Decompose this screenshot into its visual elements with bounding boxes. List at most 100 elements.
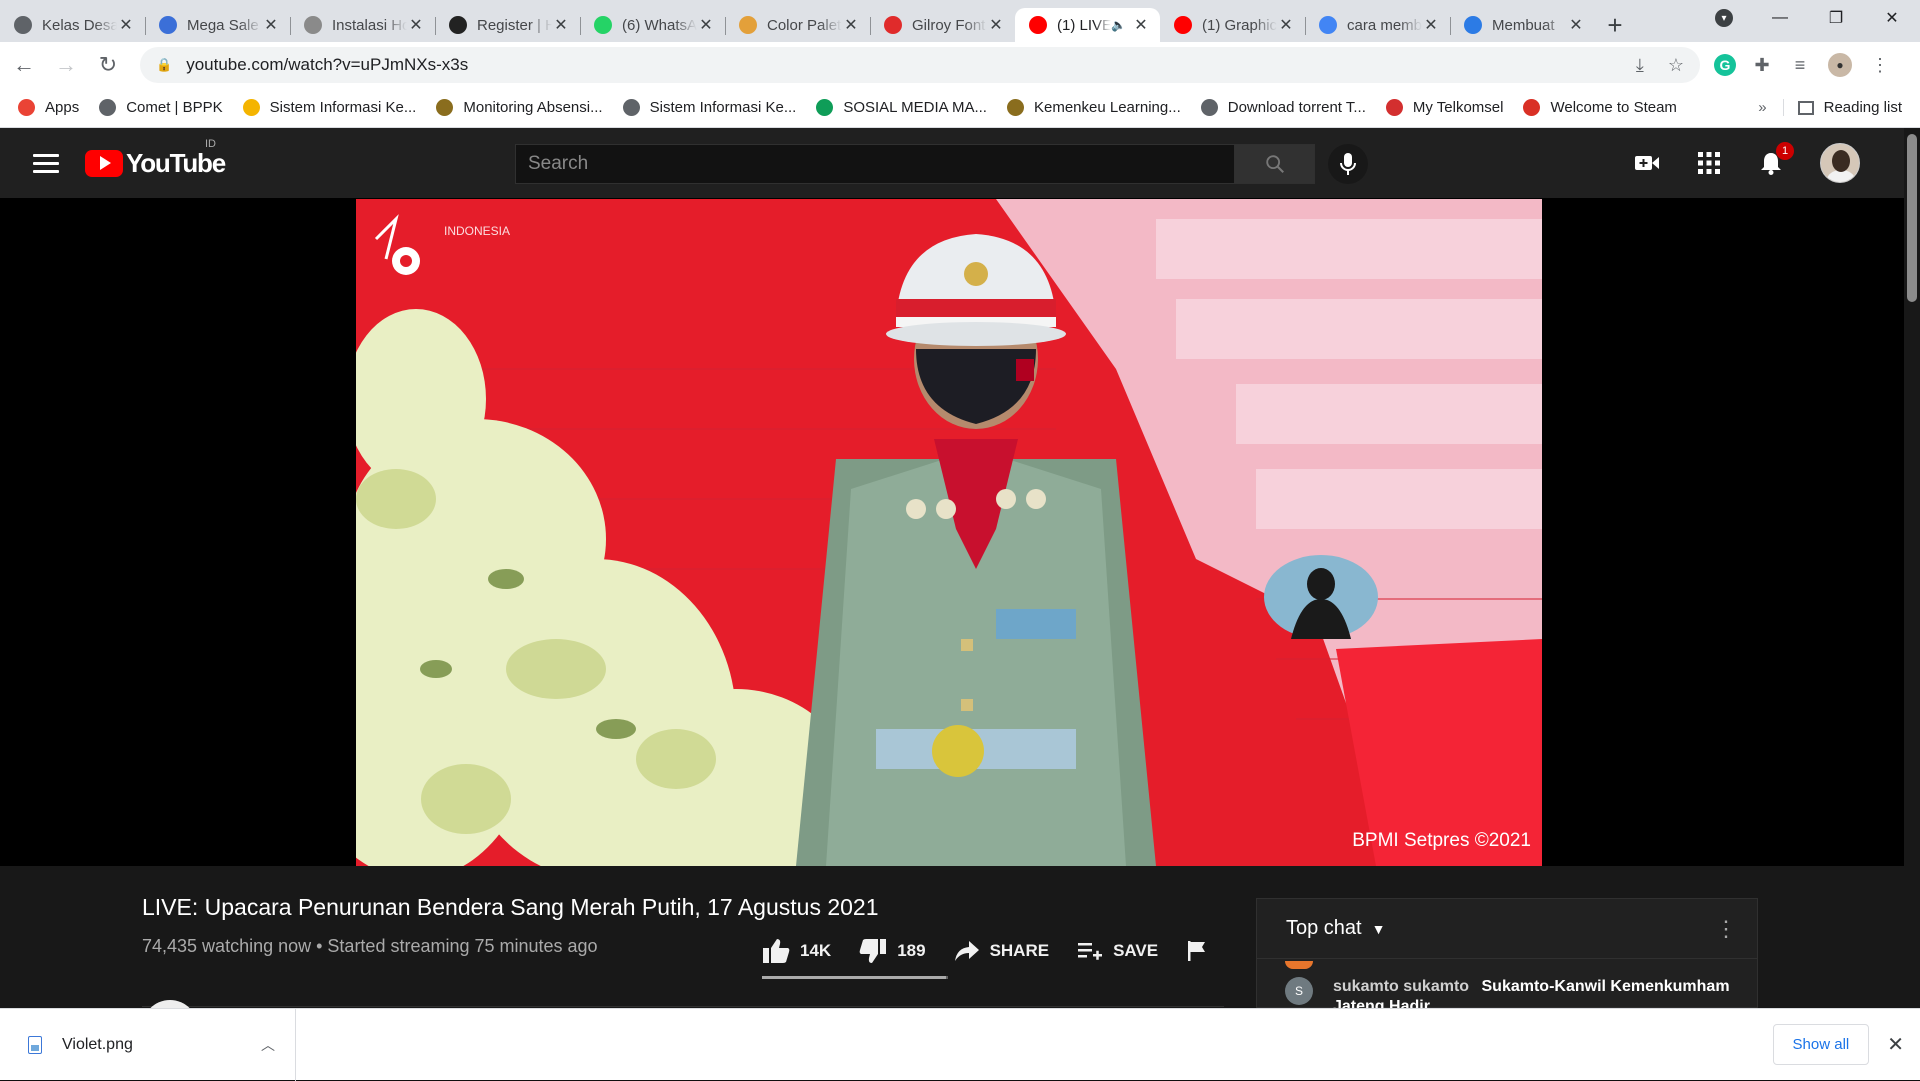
grammarly-extension-icon[interactable]: G: [1714, 54, 1736, 76]
dislike-button[interactable]: 189: [859, 938, 926, 964]
tab-search-button[interactable]: ▾: [1696, 0, 1752, 36]
like-ratio-bar: [762, 976, 948, 979]
report-button[interactable]: [1186, 940, 1218, 962]
emblem-icon: [1006, 99, 1024, 116]
reload-button[interactable]: ↻: [90, 47, 126, 83]
close-tab-icon[interactable]: ✕: [1422, 15, 1440, 35]
close-tab-icon[interactable]: ✕: [262, 15, 280, 35]
bookmark-item[interactable]: Kemenkeu Learning...: [1006, 99, 1181, 116]
address-bar[interactable]: 🔒 youtube.com/watch?v=uPJmNXs-x3s ⤓ ☆: [140, 47, 1700, 83]
notifications-button[interactable]: 1: [1758, 142, 1794, 176]
account-avatar[interactable]: [1820, 143, 1860, 183]
close-tab-icon[interactable]: ✕: [407, 15, 425, 35]
bookmarks-overflow-button[interactable]: »: [1758, 99, 1766, 116]
apps-button[interactable]: [1696, 150, 1722, 176]
extensions-puzzle-icon[interactable]: ✚: [1750, 53, 1774, 77]
close-icon[interactable]: ✕: [1887, 1032, 1904, 1057]
speaker-icon[interactable]: 🔈: [1111, 18, 1126, 32]
browser-tab-strip: Kelas Desain✕Mega Sale✕Instalasi Hotspot…: [0, 0, 1920, 42]
install-icon[interactable]: ⤓: [1636, 55, 1644, 76]
browser-tab[interactable]: Mega Sale ✕: [145, 8, 290, 42]
media-control-icon[interactable]: ≡: [1788, 53, 1812, 77]
close-tab-icon[interactable]: ✕: [842, 15, 860, 35]
reading-list-button[interactable]: Reading list: [1782, 99, 1902, 116]
share-label: SHARE: [989, 941, 1050, 960]
chevron-up-icon[interactable]: ︿: [261, 1035, 275, 1055]
bookmarks-bar: Apps Comet | BPPK Sistem Informasi Ke... Mo…: [0, 88, 1920, 128]
video-watermark: BPMI Setpres ©2021: [1352, 830, 1531, 851]
new-tab-button[interactable]: +: [1595, 8, 1635, 42]
restore-button[interactable]: ❐: [1808, 0, 1864, 36]
like-button[interactable]: 14K: [762, 938, 831, 964]
video-camera-icon: [1635, 156, 1659, 170]
url-text[interactable]: youtube.com/watch?v=uPJmNXs-x3s: [186, 55, 1612, 75]
search-box: [515, 144, 1315, 184]
bookmark-item[interactable]: My Telkomsel: [1385, 99, 1503, 116]
browser-tab[interactable]: Color Palette✕: [725, 8, 870, 42]
bookmark-star-icon[interactable]: ☆: [1668, 55, 1684, 76]
forward-button[interactable]: →: [48, 47, 84, 83]
profile-avatar[interactable]: ●: [1826, 51, 1854, 79]
browser-tab[interactable]: Membuat ✕: [1450, 8, 1595, 42]
bookmark-item[interactable]: Welcome to Steam: [1523, 99, 1677, 116]
cup-icon: [739, 16, 757, 34]
dislike-count: 189: [897, 941, 926, 960]
browser-tab[interactable]: (1) Graphic ✕: [1160, 8, 1305, 42]
chevron-down-icon[interactable]: ▼: [1372, 921, 1386, 937]
bookmark-item[interactable]: Sistem Informasi Ke...: [622, 99, 796, 116]
bookmark-item[interactable]: Sistem Informasi Ke...: [242, 99, 416, 116]
hamburger-menu-icon[interactable]: [33, 153, 59, 173]
close-tab-icon[interactable]: ✕: [1277, 15, 1295, 35]
search-icon: [1265, 155, 1284, 173]
youtube-icon: [1029, 16, 1047, 34]
video-player[interactable]: INDONESIA BPMI Setpres ©2021: [356, 199, 1542, 866]
bookmark-item[interactable]: SOSIAL MEDIA MA...: [816, 99, 987, 116]
tab-title: (1) LIVE: [1057, 16, 1112, 34]
browser-tab[interactable]: Instalasi Hotspot✕: [290, 8, 435, 42]
close-tab-icon[interactable]: ✕: [552, 15, 570, 35]
browser-tab[interactable]: cara membuat✕: [1305, 8, 1450, 42]
globe-icon: [622, 99, 640, 116]
search-input[interactable]: [515, 144, 1235, 184]
chat-mode-label[interactable]: Top chat: [1286, 917, 1362, 940]
bookmark-item[interactable]: Comet | BPPK: [99, 99, 223, 116]
bookmark-item[interactable]: Download torrent T...: [1200, 99, 1366, 116]
minimize-button[interactable]: —: [1752, 0, 1808, 36]
like-ratio-fill: [762, 976, 946, 979]
save-button[interactable]: SAVE: [1077, 940, 1158, 962]
browser-tab[interactable]: Gilroy Font ✕: [870, 8, 1015, 42]
share-button[interactable]: SHARE: [954, 940, 1050, 962]
close-window-button[interactable]: ✕: [1864, 0, 1920, 36]
chat-previous-avatar: [1285, 961, 1313, 969]
back-button[interactable]: ←: [6, 47, 42, 83]
bookmark-item[interactable]: Apps: [18, 99, 79, 116]
bookmark-item[interactable]: Monitoring Absensi...: [436, 99, 603, 116]
page-scrollbar-thumb[interactable]: [1907, 134, 1917, 302]
browser-tab[interactable]: Kelas Desain✕: [0, 8, 145, 42]
close-tab-icon[interactable]: ✕: [697, 15, 715, 35]
close-tab-icon[interactable]: ✕: [117, 15, 135, 35]
browser-menu-icon[interactable]: ⋮: [1868, 53, 1892, 77]
lock-icon[interactable]: 🔒: [156, 57, 172, 73]
globe-icon: [14, 16, 32, 34]
create-video-button[interactable]: [1634, 150, 1660, 176]
voice-search-button[interactable]: [1328, 144, 1368, 184]
emblem-icon: [436, 99, 454, 116]
tab-title: cara membuat: [1347, 16, 1422, 34]
youtube-logo[interactable]: YouTube ID: [85, 138, 226, 179]
show-all-downloads-button[interactable]: Show all: [1772, 1024, 1870, 1065]
close-tab-icon[interactable]: ✕: [987, 15, 1005, 35]
browser-tab[interactable]: Register | Hit✕: [435, 8, 580, 42]
download-item[interactable]: Violet.png ︿: [0, 1008, 296, 1081]
chat-author-name[interactable]: sukamto sukamto: [1333, 978, 1469, 995]
download-file-name: Violet.png: [62, 1035, 133, 1053]
close-tab-icon[interactable]: ✕: [1132, 15, 1150, 35]
chat-menu-icon[interactable]: ⋮: [1715, 916, 1737, 942]
search-button[interactable]: [1235, 144, 1315, 184]
thumbs-down-icon: [859, 939, 887, 963]
browser-tab[interactable]: (6) WhatsApp✕: [580, 8, 725, 42]
close-tab-icon[interactable]: ✕: [1567, 15, 1585, 35]
tab-title: Register | Hit: [477, 16, 552, 34]
browser-tab[interactable]: (1) LIVE 🔈 ✕: [1015, 8, 1160, 42]
tab-title: Kelas Desain: [42, 16, 117, 34]
